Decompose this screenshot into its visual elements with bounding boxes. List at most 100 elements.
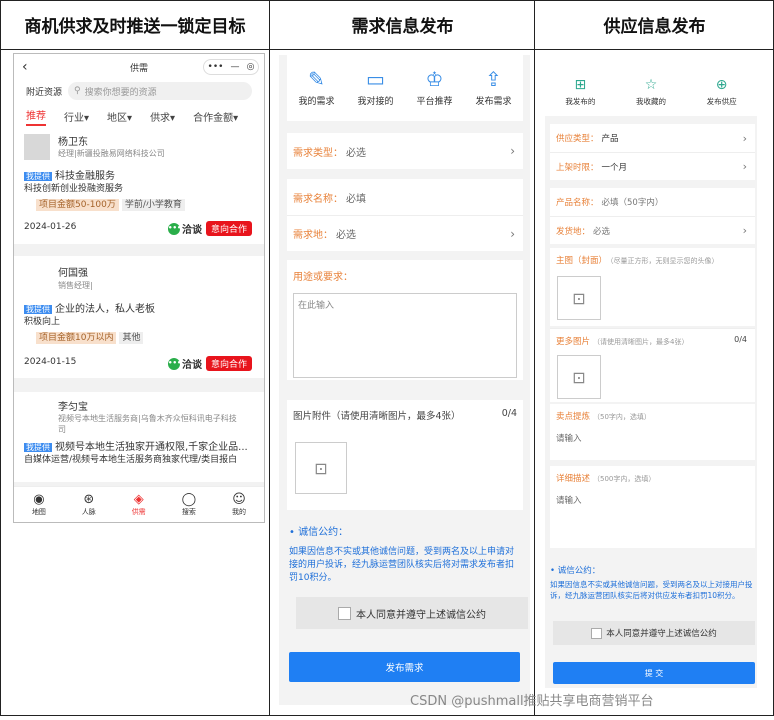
contact-name: 何国强 [58, 268, 88, 279]
upload-icon: ⊕ [715, 76, 728, 93]
nav-supply-demand[interactable]: ◈ 供需 [132, 492, 146, 517]
chat-button[interactable]: ••• 洽谈 [168, 356, 202, 371]
pledge-title: • 诚信公约： [550, 566, 601, 576]
chevron-right-icon: › [742, 224, 747, 237]
column-header-2: 需求信息发布 [270, 0, 535, 50]
selling-point-section[interactable]: 卖点提炼 （50字内，选填） 请输入 [550, 404, 755, 460]
publish-demand-submit[interactable]: 发布需求 [289, 652, 520, 682]
my-published-button[interactable]: ⊞ 我发布的 [565, 76, 595, 107]
my-demands-button[interactable]: ✎ 我的需求 [298, 69, 334, 107]
list-item[interactable]: 何国强 销售经理| 我提供 企业的法人，私人老板 积极向上 项目金额10万以内 其他… [14, 256, 264, 378]
camera-icon: ⊡ [314, 458, 328, 478]
contact-title: 销售经理| [58, 281, 93, 290]
search-icon: ⚲ [74, 86, 81, 96]
chat-button[interactable]: ••• 洽谈 [168, 221, 202, 236]
demand-type-field[interactable]: 需求类型： 必选 › [287, 133, 523, 169]
category-badge: 学前/小学教育 [121, 199, 185, 211]
nav-search[interactable]: ◯ 搜索 [182, 492, 197, 517]
tab-region[interactable]: 地区▾ [107, 109, 132, 124]
add-image-button[interactable]: ⊡ [557, 355, 601, 399]
tab-supply-demand[interactable]: 供求▾ [150, 109, 175, 124]
attachment-count: 0/4 [501, 408, 517, 419]
demand-name-field[interactable]: 需求名称： 必填 [287, 179, 523, 215]
image-count: 0/4 [734, 335, 747, 344]
add-cover-button[interactable]: ⊡ [557, 276, 601, 320]
supply-demand-screen: ‹ 供需 ••• — ◎ 附近资源 ⚲ 搜索你想要的资源 推荐 行业▾ 地区▾ … [13, 53, 265, 523]
store-icon: ⊞ [574, 76, 587, 93]
pledge-text: 如果因信息不实或其他诚信问题，受到两名及以上对接用户投诉，经九脉运营团队核实后将… [550, 580, 753, 600]
offer-title: 我提供 视频号本地生活独家开通权限,千家企业品... [24, 442, 248, 453]
contacts-icon: ⊛ [83, 492, 95, 507]
add-photo-button[interactable]: ⊡ [295, 442, 347, 494]
filter-tabs: 推荐 行业▾ 地区▾ 供求▾ 合作金额▾ [14, 102, 264, 130]
submit-supply-button[interactable]: 提 交 [553, 662, 755, 684]
platform-recommend-button[interactable]: ♔ 平台推荐 [416, 69, 452, 107]
product-name-field[interactable]: 产品名称： 必填（50字内） [550, 188, 755, 216]
bottom-nav: ◉ 地图 ⊛ 人脉 ◈ 供需 ◯ 搜索 ☺ 我的 [14, 486, 264, 522]
map-icon: ◉ [33, 492, 45, 507]
cooperate-button[interactable]: 意向合作 [205, 221, 252, 236]
my-favorites-button[interactable]: ☆ 我收藏的 [636, 76, 666, 107]
my-connections-button[interactable]: ▭ 我对接的 [357, 69, 393, 107]
close-icon[interactable]: ◎ [247, 62, 255, 72]
ship-from-field[interactable]: 发货地： 必选 › [550, 216, 755, 244]
more-icon[interactable]: ••• [208, 62, 224, 72]
tab-industry[interactable]: 行业▾ [64, 109, 89, 124]
column-divider [534, 0, 535, 716]
star-icon: ☆ [644, 76, 658, 93]
publish-demand-button[interactable]: ⇪ 发布需求 [475, 69, 511, 107]
supply-demand-icon: ◈ [133, 492, 144, 507]
nav-contacts[interactable]: ⊛ 人脉 [82, 492, 96, 517]
selling-point-input[interactable]: 请输入 [556, 432, 749, 444]
post-date: 2024-01-15 [24, 357, 77, 367]
contact-title: 视频号本地生活服务商|乌鲁木齐众恒科讯电子科技 [58, 414, 237, 423]
agree-checkbox[interactable] [338, 606, 351, 620]
search-input[interactable]: ⚲ 搜索你想要的资源 [68, 82, 252, 100]
cooperate-button[interactable]: 意向合作 [205, 356, 252, 371]
agree-checkbox-row[interactable]: 本人同意并遵守上述诚信公约 [296, 597, 528, 629]
purpose-section: 用途或要求： 在此输入 [287, 260, 523, 380]
search-icon: ◯ [181, 492, 197, 507]
demand-location-field[interactable]: 需求地： 必选 › [287, 215, 523, 251]
amount-badge: 项目金额50-100万 [36, 199, 119, 211]
description-input[interactable]: 请输入 [556, 494, 749, 506]
agree-checkbox-row[interactable]: 本人同意并遵守上述诚信公约 [553, 621, 755, 645]
contact-title-wrap: 司 [58, 425, 66, 434]
minimize-icon[interactable]: — [231, 62, 240, 72]
supply-type-field[interactable]: 供应类型： 产品 › [550, 124, 755, 152]
demand-publish-screen: ✎ 我的需求 ▭ 我对接的 ♔ 平台推荐 ⇪ 发布需求 需求类型： 必选 › 需求名称： 必填… [279, 55, 530, 705]
offer-desc: 自媒体运营/视频号本地生活服务商独家代理/类目报白 [24, 455, 238, 465]
offer-tag: 我提供 [24, 443, 52, 452]
description-section[interactable]: 详细描述 （500字内，选填） 请输入 [550, 466, 755, 548]
agree-checkbox[interactable] [591, 627, 603, 639]
chevron-right-icon: › [510, 226, 515, 241]
supply-publish-screen: ⊞ 我发布的 ☆ 我收藏的 ⊕ 发布供应 供应类型： 产品 › 上架时限： 一个月 › 产品名… [545, 68, 757, 688]
publish-supply-button[interactable]: ⊕ 发布供应 [707, 76, 737, 107]
integrity-pledge: • 诚信公约： 如果因信息不实或其他诚信问题，受到两名及以上申请对接的用户投诉，… [287, 523, 523, 607]
integrity-pledge: • 诚信公约： 如果因信息不实或其他诚信问题，受到两名及以上对接用户投诉，经九脉… [550, 564, 755, 601]
capsule-menu[interactable]: ••• — ◎ [203, 59, 259, 75]
tab-amount[interactable]: 合作金额▾ [193, 109, 238, 124]
offer-title: 我提供 企业的法人，私人老板 [24, 304, 155, 315]
list-item[interactable]: 李匀宝 视频号本地生活服务商|乌鲁木齐众恒科讯电子科技 司 我提供 视频号本地生活… [14, 392, 264, 482]
nav-map[interactable]: ◉ 地图 [32, 492, 46, 517]
nearby-link[interactable]: 附近资源 [26, 85, 62, 98]
listing-period-field[interactable]: 上架时限： 一个月 › [550, 152, 755, 180]
purpose-textarea[interactable]: 在此输入 [293, 293, 517, 378]
list-item[interactable]: 杨卫东 经理|新疆投融易网络科技公司 我提供 科技金融服务 科技创新创业投融资服务… [14, 130, 264, 244]
chat-bubble-icon: ▭ [366, 67, 385, 91]
edit-icon: ✎ [308, 67, 325, 91]
contact-name: 杨卫东 [58, 137, 88, 148]
title-bar: ‹ 供需 ••• — ◎ [14, 54, 264, 80]
nav-mine[interactable]: ☺ 我的 [232, 492, 246, 517]
post-date: 2024-01-26 [24, 222, 77, 232]
chat-icon: ••• [168, 222, 181, 235]
purpose-label: 用途或要求： [293, 272, 353, 283]
search-row: 附近资源 ⚲ 搜索你想要的资源 [14, 80, 264, 102]
tab-recommend[interactable]: 推荐 [26, 107, 46, 126]
upload-icon: ⇪ [485, 67, 502, 91]
card-gap [14, 244, 264, 256]
column-divider [269, 0, 270, 716]
chat-icon: ••• [168, 357, 181, 370]
offer-tags: 项目金额50-100万 学前/小学教育 [36, 197, 185, 211]
